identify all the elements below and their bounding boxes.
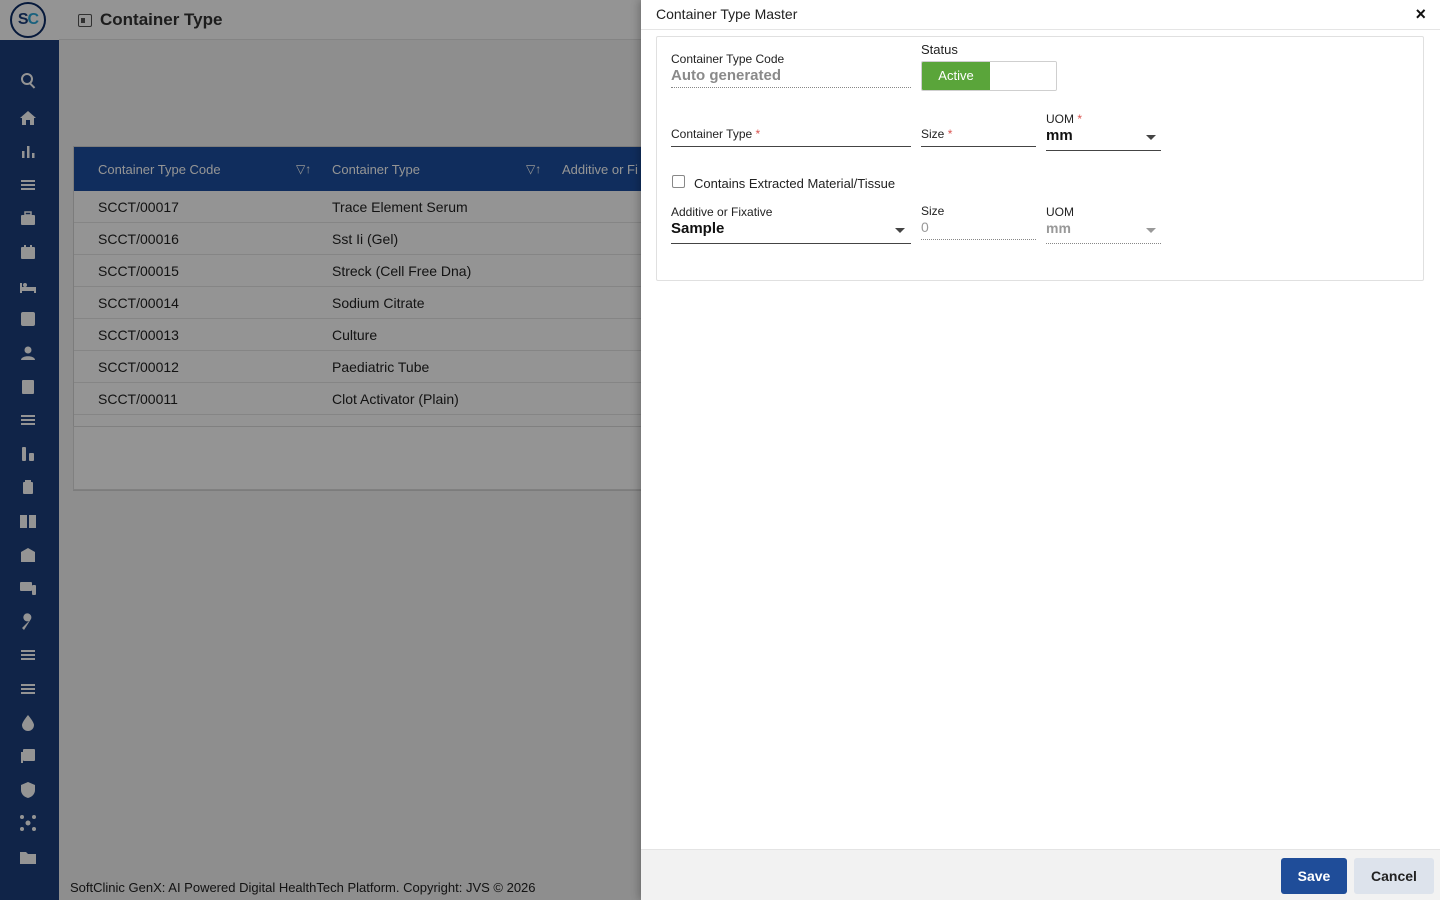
uom-label: UOM * — [1046, 112, 1082, 126]
cancel-button[interactable]: Cancel — [1354, 858, 1434, 894]
chevron-down-icon — [1146, 228, 1156, 233]
code-field: Auto generated — [671, 67, 782, 84]
form-panel: Container Type Code Auto generated Statu… — [656, 36, 1424, 281]
status-toggle[interactable]: Active — [921, 61, 1057, 91]
status-active-option[interactable]: Active — [922, 62, 990, 90]
uom-select[interactable] — [1046, 150, 1161, 151]
additive-label: Additive or Fixative — [671, 205, 773, 219]
container-type-input[interactable] — [671, 146, 911, 147]
container-type-label-text: Container Type — [671, 127, 753, 141]
modal-footer: Save Cancel — [641, 849, 1440, 900]
uom-select-value[interactable]: mm — [1046, 127, 1073, 144]
size-label-text: Size — [921, 127, 945, 141]
size2-field: 0 — [921, 219, 929, 235]
additive-select[interactable] — [671, 243, 911, 244]
uom2-select-value: mm — [1046, 220, 1071, 236]
uom2-label: UOM — [1046, 205, 1074, 219]
code-label: Container Type Code — [671, 52, 785, 66]
contains-material-checkbox[interactable] — [672, 175, 685, 188]
close-icon[interactable]: × — [1415, 4, 1426, 25]
size-label: Size * — [921, 127, 952, 141]
save-button[interactable]: Save — [1281, 858, 1347, 894]
required-mark: * — [1077, 112, 1083, 126]
size-input[interactable] — [921, 146, 1036, 147]
chevron-down-icon[interactable] — [895, 228, 905, 233]
container-type-master-modal: Container Type Master × Container Type C… — [641, 0, 1440, 900]
status-inactive-option[interactable] — [990, 62, 1056, 90]
contains-material-label[interactable]: Contains Extracted Material/Tissue — [694, 176, 895, 191]
uom-label-text: UOM — [1046, 112, 1074, 126]
container-type-label: Container Type * — [671, 127, 760, 141]
size2-underline — [921, 239, 1036, 240]
chevron-down-icon[interactable] — [1146, 135, 1156, 140]
uom2-underline — [1046, 243, 1161, 244]
code-underline — [671, 87, 911, 88]
status-label: Status — [921, 42, 958, 57]
size2-label: Size — [921, 204, 945, 218]
additive-select-value[interactable]: Sample — [671, 220, 724, 237]
modal-divider — [641, 29, 1440, 30]
required-mark: * — [947, 127, 953, 141]
required-mark: * — [755, 127, 761, 141]
modal-title: Container Type Master — [656, 6, 798, 22]
